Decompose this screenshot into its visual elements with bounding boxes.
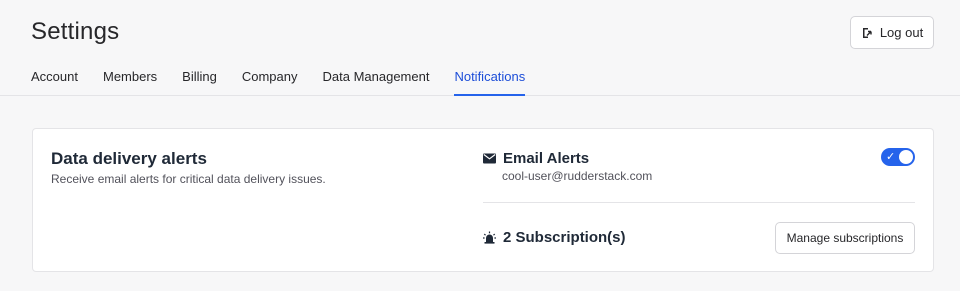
- checkmark-icon: ✓: [886, 151, 896, 163]
- tab-data-management[interactable]: Data Management: [323, 64, 430, 96]
- tab-account[interactable]: Account: [31, 64, 78, 96]
- logout-label: Log out: [879, 25, 924, 40]
- toggle-knob: [899, 150, 913, 164]
- data-delivery-alerts-card: Data delivery alerts Receive email alert…: [32, 128, 934, 272]
- settings-tabs: Account Members Billing Company Data Man…: [31, 64, 550, 96]
- tab-members[interactable]: Members: [103, 64, 157, 96]
- tab-billing[interactable]: Billing: [182, 64, 217, 96]
- page-title: Settings: [31, 18, 120, 45]
- email-address: cool-user@rudderstack.com: [502, 169, 653, 183]
- card-title: Data delivery alerts: [51, 149, 207, 168]
- email-alerts-heading: Email Alerts: [483, 150, 589, 167]
- manage-subscriptions-button[interactable]: Manage subscriptions: [775, 222, 915, 254]
- subscriptions-heading: 2 Subscription(s): [483, 229, 626, 246]
- subscriptions-count: 2 Subscription(s): [503, 229, 626, 246]
- card-description: Receive email alerts for critical data d…: [51, 172, 326, 186]
- section-divider: [483, 202, 915, 203]
- tab-company[interactable]: Company: [242, 64, 298, 96]
- logout-button[interactable]: Log out: [850, 16, 934, 49]
- siren-icon: [483, 231, 496, 244]
- email-alerts-title: Email Alerts: [503, 150, 590, 167]
- envelope-icon: [483, 153, 496, 164]
- tab-notifications[interactable]: Notifications: [454, 64, 526, 96]
- settings-header: Settings Log out Account Members Billing…: [0, 0, 960, 96]
- email-alerts-toggle[interactable]: ✓: [881, 148, 915, 166]
- logout-arrow-icon: [861, 27, 873, 39]
